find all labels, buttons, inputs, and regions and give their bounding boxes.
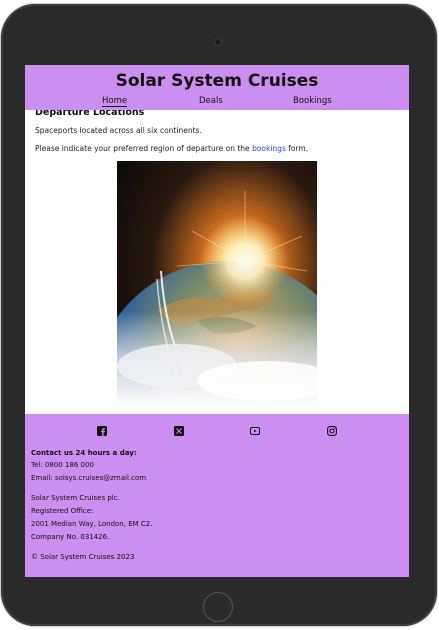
bookings-link[interactable]: bookings <box>252 144 286 153</box>
earth-image <box>117 161 317 406</box>
contact-phone: Tel: 0800 186 000 <box>31 461 94 469</box>
company-address: 2001 Median Way, London, EM C2. <box>31 520 153 528</box>
nav-item-home[interactable]: Home <box>102 96 128 107</box>
site-footer: Contact us 24 hours a day: Tel: 0800 186… <box>25 414 409 577</box>
contact-heading: Contact us 24 hours a day: <box>31 449 137 457</box>
tablet-frame: Solar System Cruises Home Deals Bookings… <box>1 4 437 626</box>
instagram-icon[interactable] <box>327 426 337 436</box>
contact-email: Email: solsys.cruises@zmail.com <box>31 474 147 482</box>
x-icon[interactable] <box>174 426 184 436</box>
site-title: Solar System Cruises <box>115 71 319 91</box>
booking-paragraph: Please indicate your preferred region of… <box>35 144 308 153</box>
booking-paragraph-suffix: form. <box>285 144 309 153</box>
company-number: Company No. 031426. <box>31 533 110 541</box>
company-name: Solar System Cruises plc. <box>31 494 120 502</box>
registered-office-label: Registered Office: <box>31 507 94 515</box>
main-nav: Home Deals Bookings <box>25 96 409 110</box>
nav-item-deals[interactable]: Deals <box>199 96 223 106</box>
facebook-icon[interactable] <box>97 426 107 436</box>
site-header: Solar System Cruises Home Deals Bookings <box>25 65 409 110</box>
intro-paragraph: Spaceports located across all six contin… <box>35 126 202 135</box>
copyright-notice: © Solar System Cruises 2023 <box>31 553 135 561</box>
main-content: Departure Locations Spaceports located a… <box>25 107 409 414</box>
nav-item-bookings[interactable]: Bookings <box>293 96 332 106</box>
camera-icon <box>214 38 222 46</box>
home-button[interactable] <box>203 592 233 622</box>
youtube-icon[interactable] <box>250 426 260 436</box>
booking-paragraph-prefix: Please indicate your preferred region of… <box>35 144 253 153</box>
browser-viewport: Solar System Cruises Home Deals Bookings… <box>25 65 409 577</box>
